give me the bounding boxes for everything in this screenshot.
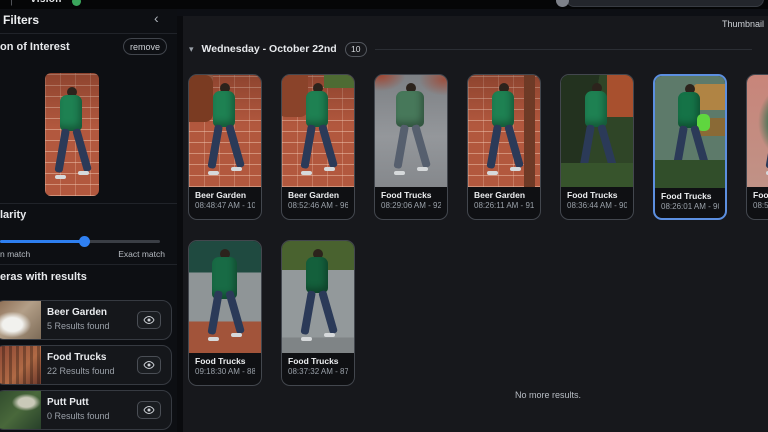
result-count-badge: 10 (345, 42, 367, 57)
chevron-down-icon[interactable]: ▾ (189, 40, 194, 58)
detection-time-score: 08:29:06 AM - 92 (381, 201, 441, 211)
region-of-interest-title: on of Interest (0, 41, 70, 53)
detection-card[interactable]: Beer Garden 08:52:46 AM - 96 (281, 74, 355, 220)
brand-divider: | (10, 0, 13, 6)
camera-row-beer-garden[interactable]: Beer Garden 5 Results found (0, 300, 172, 340)
detection-image (282, 75, 354, 187)
thumbnail-size-control[interactable]: Thumbnail (722, 19, 764, 29)
group-rule (375, 49, 752, 50)
region-of-interest-image (45, 73, 99, 196)
similarity-title: larity (0, 209, 26, 221)
detection-card[interactable]: Beer Garden 08:48:47 AM - 100 (188, 74, 262, 220)
similarity-min-label: n match (0, 249, 30, 259)
detection-card[interactable]: Food Trucks 08:36:44 AM - 90 (560, 74, 634, 220)
results-panel: Thumbnail ▾ Wednesday - October 22nd 10 … (183, 16, 768, 432)
camera-thumbnail (0, 391, 41, 429)
detection-image (747, 75, 768, 187)
eye-icon (143, 314, 155, 326)
detection-time-score: 08:52:46 AM - 96 (288, 201, 348, 211)
detection-camera: Food Trucks (288, 356, 348, 367)
main-toolbar-strip (177, 9, 768, 16)
divider (0, 33, 177, 34)
camera-row-putt-putt[interactable]: Putt Putt 0 Results found (0, 390, 172, 430)
eye-icon (143, 404, 155, 416)
detection-time-score: 08:26:11 AM - 91 (474, 201, 534, 211)
sidebar-collapse-icon[interactable]: ‹ (154, 10, 159, 26)
detection-camera: Beer Garden (195, 190, 255, 201)
cameras-with-results-title: eras with results (0, 271, 87, 283)
detection-card[interactable]: Food Trucks 08:29:06 AM - 92 (374, 74, 448, 220)
date-group-title: Wednesday - October 22nd (202, 43, 337, 55)
camera-name: Food Trucks (47, 352, 106, 363)
detection-image (189, 75, 261, 187)
detection-time-score: 08:5 (753, 201, 768, 211)
camera-results-count: 22 Results found (47, 366, 115, 376)
detection-time-score: 09:18:30 AM - 88 (195, 367, 255, 377)
detection-camera: Food Trucks (753, 190, 768, 201)
detection-card[interactable]: Food Trucks 08:37:32 AM - 87 (281, 240, 355, 386)
camera-thumbnail (0, 301, 41, 339)
detection-camera: Food Trucks (567, 190, 627, 201)
detection-card-selected[interactable]: Food Trucks 08:26:01 AM - 90 (653, 74, 727, 220)
detection-card[interactable]: Beer Garden 08:26:11 AM - 91 (467, 74, 541, 220)
app-window: | Vision Filters ‹ on of Interest remove… (0, 0, 768, 432)
detection-image (189, 241, 261, 353)
camera-results-count: 0 Results found (47, 411, 110, 421)
detection-image (468, 75, 540, 187)
similarity-slider-knob[interactable] (79, 236, 90, 247)
detection-camera: Beer Garden (288, 190, 348, 201)
search-input[interactable] (566, 0, 764, 7)
detection-card[interactable]: Food Trucks 09:18:30 AM - 88 (188, 240, 262, 386)
search-leading-icon (556, 0, 569, 7)
camera-results-count: 5 Results found (47, 321, 110, 331)
similarity-max-label: Exact match (118, 249, 165, 259)
detection-image (375, 75, 447, 187)
person-figure (54, 87, 90, 185)
filters-title: Filters (3, 13, 39, 27)
brand-logo: Vision (30, 0, 62, 5)
camera-name: Putt Putt (47, 397, 89, 408)
detection-camera: Food Trucks (661, 191, 719, 202)
detection-image (282, 241, 354, 353)
detection-time-score: 08:36:44 AM - 90 (567, 201, 627, 211)
detection-time-score: 08:48:47 AM - 100 (195, 201, 255, 211)
filters-sidebar: Filters ‹ on of Interest remove larity n… (0, 9, 177, 432)
divider (0, 203, 177, 204)
detection-camera: Food Trucks (381, 190, 441, 201)
panel-divider (177, 9, 183, 432)
top-bar: | Vision (0, 0, 768, 9)
visibility-toggle-button[interactable] (137, 356, 161, 374)
detection-time-score: 08:37:32 AM - 87 (288, 367, 348, 377)
camera-row-food-trucks[interactable]: Food Trucks 22 Results found (0, 345, 172, 385)
visibility-toggle-button[interactable] (137, 311, 161, 329)
camera-name: Beer Garden (47, 307, 107, 318)
divider (0, 264, 177, 265)
no-more-results-text: No more results. (515, 390, 581, 400)
brand-status-dot-icon (72, 0, 81, 6)
remove-roi-button[interactable]: remove (123, 38, 167, 55)
similarity-slider-fill (0, 240, 84, 243)
detection-camera: Food Trucks (195, 356, 255, 367)
camera-thumbnail (0, 346, 41, 384)
detection-image (655, 76, 725, 188)
detection-card-clipped[interactable]: Food Trucks 08:5 (746, 74, 768, 220)
detection-camera: Beer Garden (474, 190, 534, 201)
detection-image (561, 75, 633, 187)
date-group-header: ▾ Wednesday - October 22nd 10 (189, 40, 762, 58)
eye-icon (143, 359, 155, 371)
detection-time-score: 08:26:01 AM - 90 (661, 202, 719, 212)
visibility-toggle-button[interactable] (137, 401, 161, 419)
